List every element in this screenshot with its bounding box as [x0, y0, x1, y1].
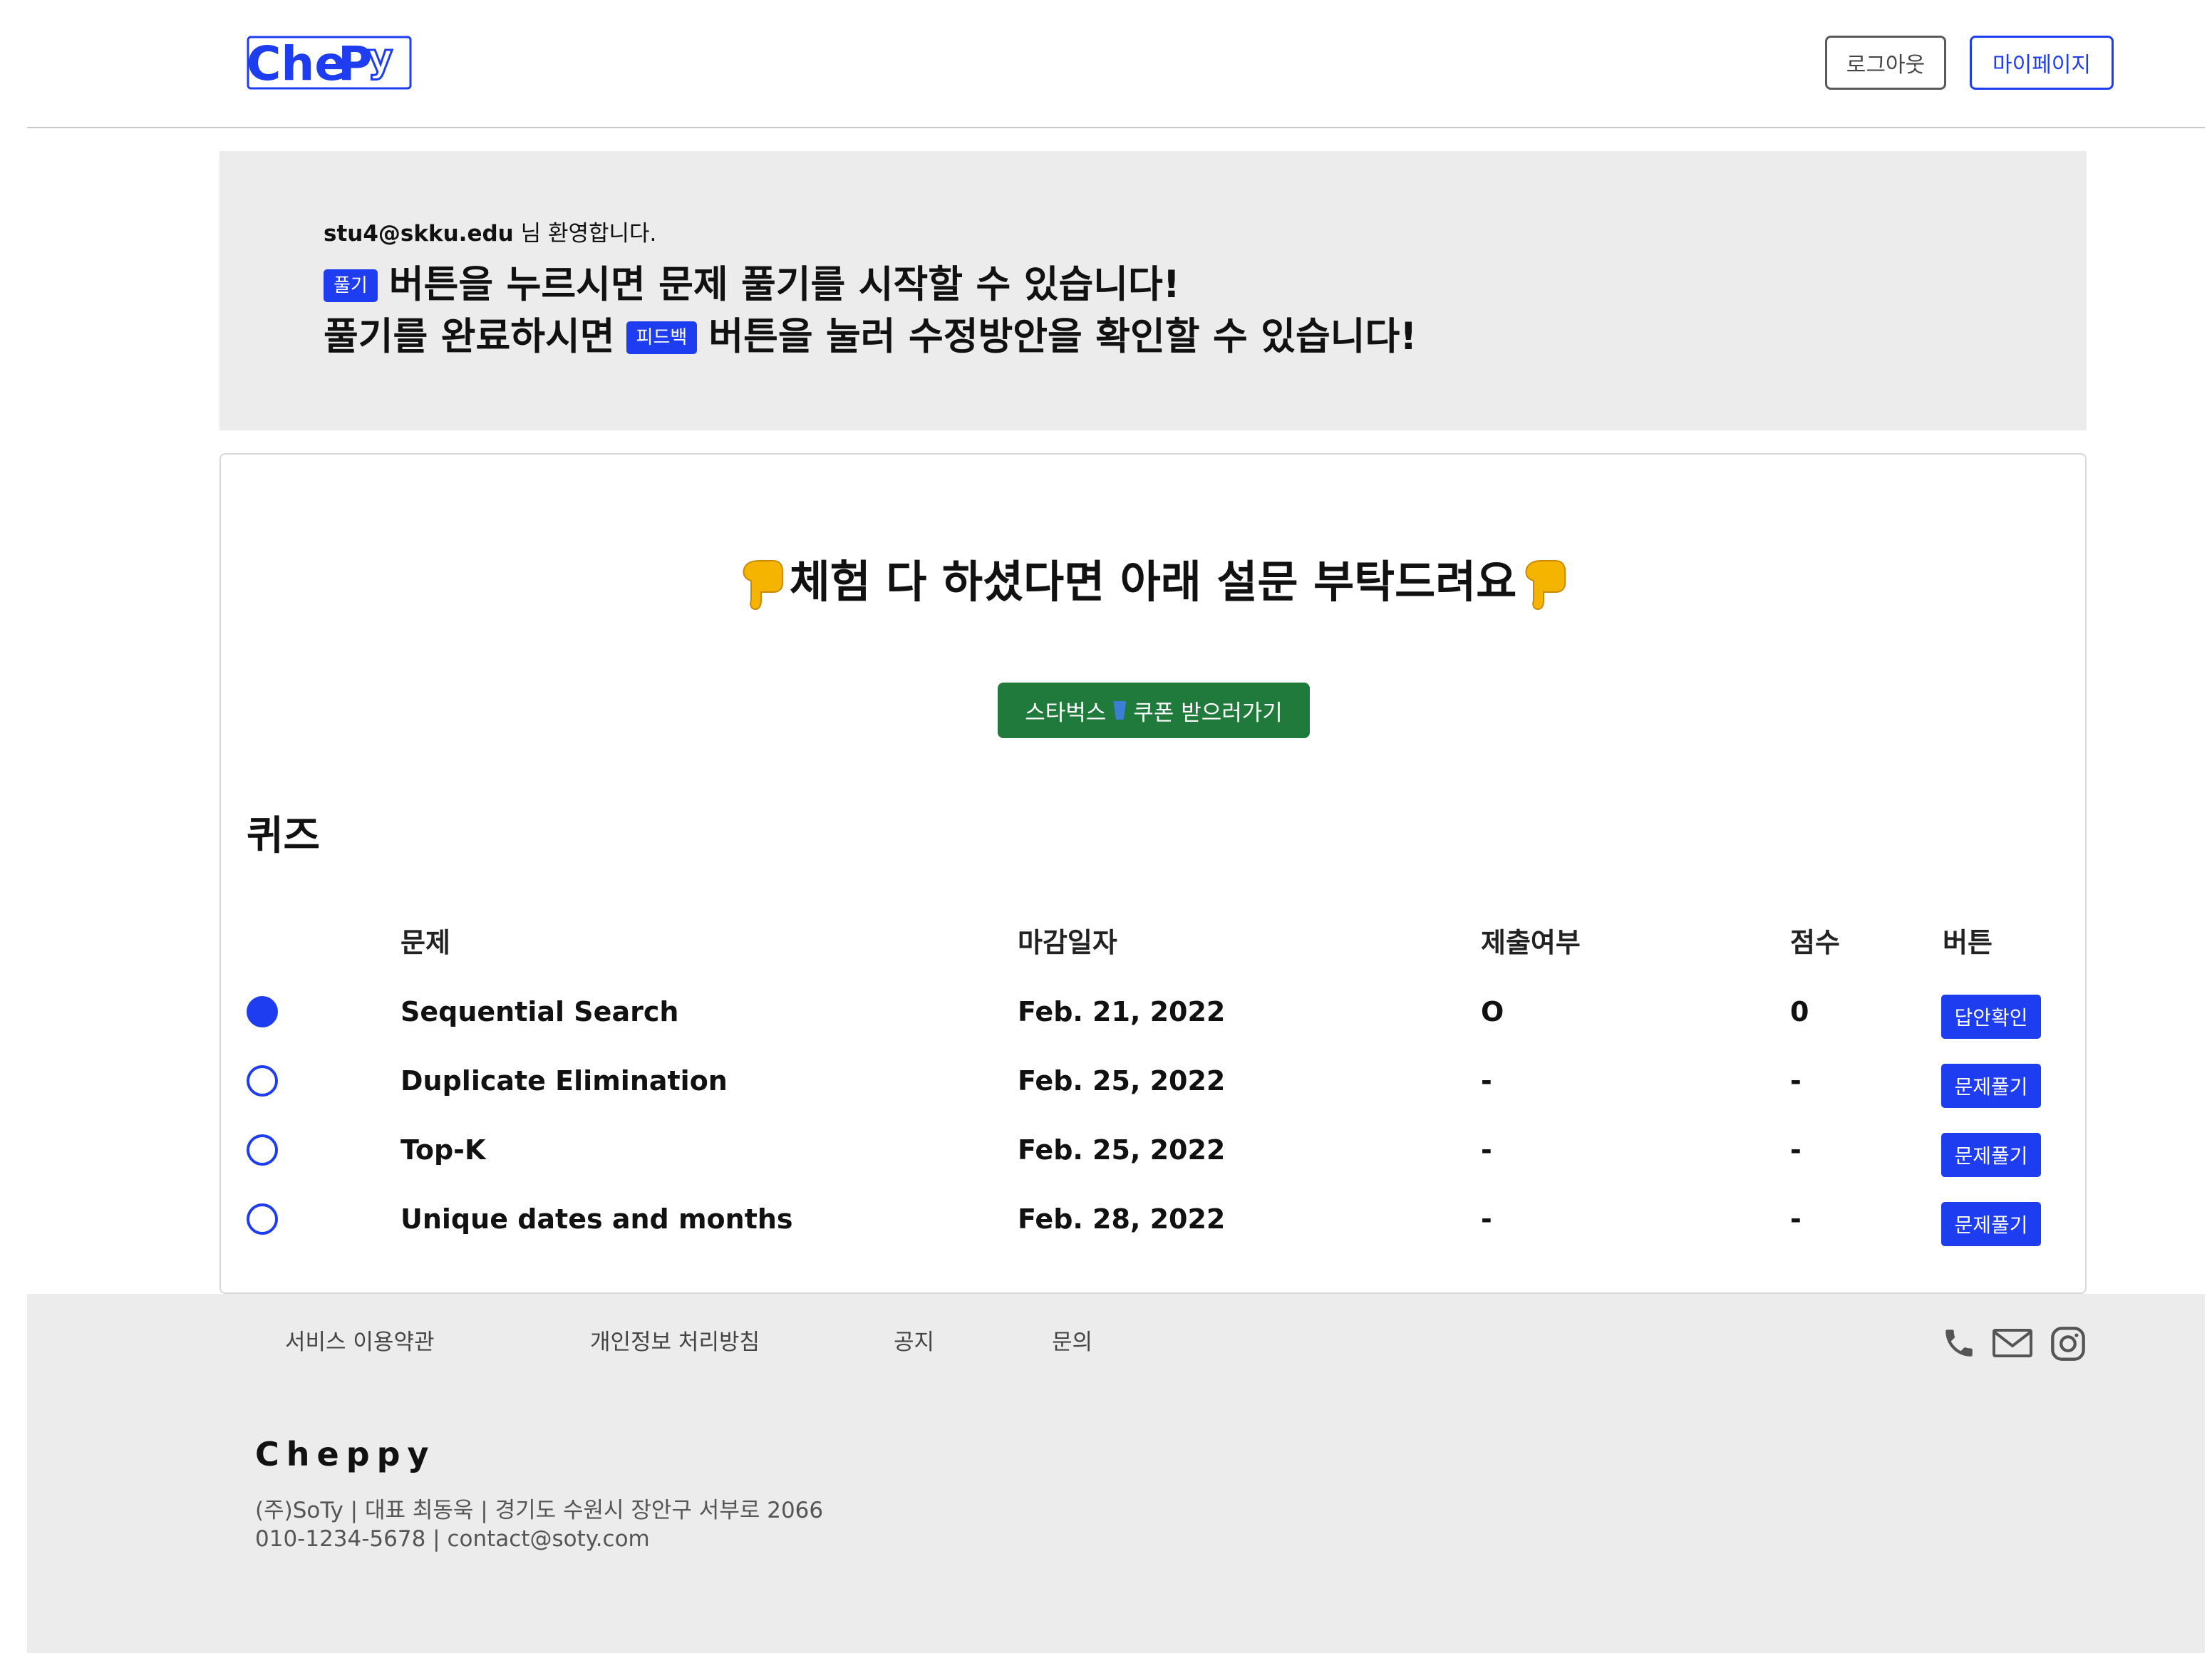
cheppy-logo[interactable]: Che P y: [247, 36, 412, 90]
score-value: -: [1790, 1065, 1802, 1097]
cup-icon: [1113, 701, 1127, 720]
deadline-date: Feb. 25, 2022: [1018, 1065, 1226, 1097]
footer-link-terms[interactable]: 서비스 이용약관: [285, 1324, 435, 1356]
deadline-date: Feb. 28, 2022: [1018, 1203, 1226, 1235]
mail-icon[interactable]: [1991, 1325, 2034, 1361]
instruction-line-1: 풀기 버튼을 누르시면 문제 풀기를 시작할 수 있습니다!: [324, 254, 1180, 309]
score-value: -: [1790, 1203, 1802, 1235]
check-answer-button[interactable]: 답안확인: [1941, 995, 2041, 1039]
contact-info: 010-1234-5678 | contact@soty.com: [255, 1526, 650, 1552]
column-header-submitted: 제출여부: [1481, 927, 1581, 958]
instruction-line-2-prefix: 풀기를 완료하시면: [324, 315, 615, 358]
quiz-select-radio[interactable]: [247, 1203, 278, 1235]
svg-text:Che: Che: [247, 36, 346, 90]
problem-name: Duplicate Elimination: [400, 1065, 728, 1097]
solve-problem-button[interactable]: 문제풀기: [1941, 1133, 2041, 1177]
deadline-date: Feb. 21, 2022: [1018, 996, 1226, 1027]
starbucks-coupon-button[interactable]: 스타벅스 쿠폰 받으러가기: [998, 683, 1310, 738]
score-value: -: [1790, 1134, 1802, 1166]
survey-title: 체험 다 하셨다면 아래 설문 부탁드려요: [789, 556, 1517, 608]
submission-status: O: [1481, 996, 1504, 1027]
score-value: 0: [1790, 996, 1809, 1027]
submission-status: -: [1481, 1134, 1492, 1166]
footer: 서비스 이용약관 개인정보 처리방침 공지 문의 Cheppy (주)SoTy …: [27, 1294, 2205, 1653]
solve-problem-button[interactable]: 문제풀기: [1941, 1202, 2041, 1246]
pointing-down-hand-icon: [1525, 559, 1566, 610]
phone-icon[interactable]: [1941, 1325, 1977, 1361]
problem-name: Top-K: [400, 1134, 486, 1166]
problem-name: Unique dates and months: [400, 1203, 793, 1235]
quiz-select-radio[interactable]: [247, 1065, 278, 1097]
instruction-line-2: 풀기를 완료하시면 피드백 버튼을 눌러 수정방안을 확인할 수 있습니다!: [324, 306, 1417, 361]
column-header-button: 버튼: [1943, 927, 1993, 958]
quiz-section-title: 퀴즈: [247, 813, 321, 859]
svg-text:y: y: [368, 36, 393, 81]
solve-problem-button[interactable]: 문제풀기: [1941, 1064, 2041, 1108]
submission-status: -: [1481, 1203, 1492, 1235]
column-header-deadline: 마감일자: [1018, 927, 1117, 958]
top-navbar: Che P y 로그아웃 마이페이지: [27, 0, 2205, 128]
quiz-card: 체험 다 하셨다면 아래 설문 부탁드려요 스타벅스 쿠폰 받으러가기 퀴즈 문제…: [219, 453, 2087, 1294]
welcome-text: stu4@skku.edu 님 환영합니다.: [324, 215, 656, 247]
quiz-row: Duplicate Elimination Feb. 25, 2022 - - …: [221, 1064, 2085, 1134]
welcome-banner: stu4@skku.edu 님 환영합니다. 풀기 버튼을 누르시면 문제 풀기…: [219, 151, 2087, 430]
column-header-problem: 문제: [400, 927, 450, 958]
quiz-row: Top-K Feb. 25, 2022 - - 문제풀기: [221, 1133, 2085, 1203]
user-email: stu4@skku.edu: [324, 221, 514, 247]
deadline-date: Feb. 25, 2022: [1018, 1134, 1226, 1166]
instruction-line-2-suffix: 버튼을 눌러 수정방안을 확인할 수 있습니다!: [708, 315, 1417, 358]
footer-link-inquiry[interactable]: 문의: [1052, 1324, 1092, 1356]
submission-status: -: [1481, 1065, 1492, 1097]
quiz-row: Unique dates and months Feb. 28, 2022 - …: [221, 1202, 2085, 1272]
quiz-row: Sequential Search Feb. 21, 2022 O 0 답안확인: [221, 995, 2085, 1064]
problem-name: Sequential Search: [400, 996, 679, 1027]
mypage-button[interactable]: 마이페이지: [1970, 36, 2114, 90]
instagram-icon[interactable]: [2050, 1325, 2087, 1362]
solve-badge: 풀기: [324, 269, 378, 302]
coupon-label-end: 쿠폰 받으러가기: [1133, 700, 1283, 726]
footer-link-notice[interactable]: 공지: [894, 1324, 934, 1356]
footer-link-privacy[interactable]: 개인정보 처리방침: [590, 1324, 760, 1356]
company-info: (주)SoTy | 대표 최동욱 | 경기도 수원시 장안구 서부로 2066: [255, 1498, 824, 1523]
instruction-line-1-text: 버튼을 누르시면 문제 풀기를 시작할 수 있습니다!: [388, 263, 1180, 306]
welcome-suffix: 님 환영합니다.: [513, 221, 657, 247]
feedback-badge: 피드백: [626, 321, 698, 354]
column-header-score: 점수: [1790, 927, 1840, 958]
survey-heading: 체험 다 하셨다면 아래 설문 부탁드려요: [221, 546, 2085, 611]
quiz-select-radio[interactable]: [247, 996, 278, 1027]
footer-brand: Cheppy: [255, 1435, 436, 1473]
logout-button[interactable]: 로그아웃: [1825, 36, 1946, 90]
coupon-label-start: 스타벅스: [1025, 700, 1107, 726]
pointing-down-hand-icon: [743, 559, 783, 610]
quiz-select-radio[interactable]: [247, 1134, 278, 1166]
